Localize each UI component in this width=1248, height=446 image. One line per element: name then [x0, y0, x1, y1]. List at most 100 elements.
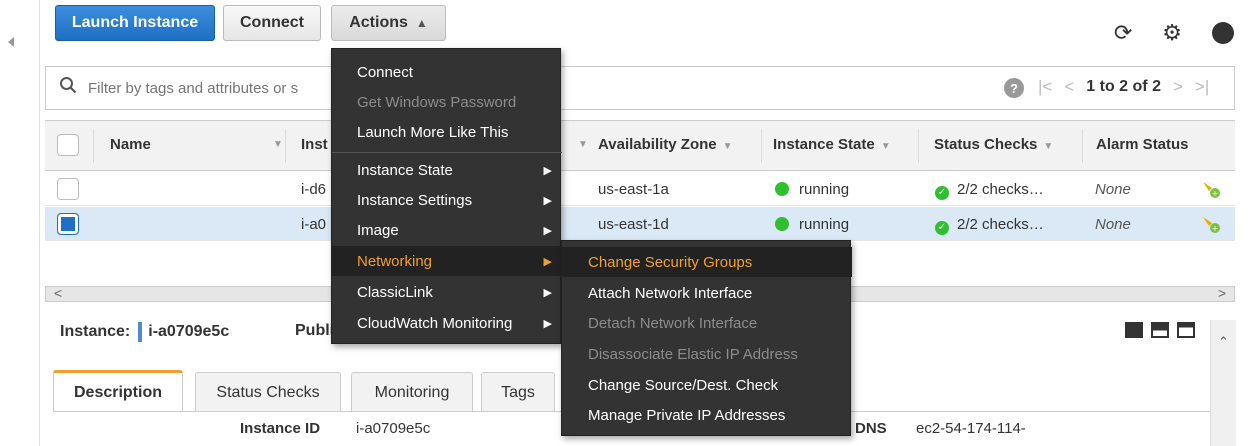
state-label: running — [799, 216, 850, 233]
menu-divider — [332, 152, 562, 153]
pager-count: 1 to 2 of 2 — [1086, 78, 1161, 95]
collapse-arrow-icon — [8, 37, 14, 47]
instance-id-cell: i-a0 — [301, 216, 327, 233]
state-cell: running — [775, 181, 849, 198]
tab-tags[interactable]: Tags — [481, 372, 555, 412]
tab-description[interactable]: Description — [53, 370, 183, 412]
menu-item-label: Instance Settings — [357, 191, 473, 209]
vertical-scrollbar[interactable]: ⌃ — [1210, 320, 1236, 446]
menu-item-label: Instance State — [357, 161, 453, 179]
running-status-icon — [775, 182, 789, 196]
search-icon — [60, 77, 77, 94]
submenu-item-change-source-dest-check[interactable]: Change Source/Dest. Check — [562, 370, 852, 400]
submenu-item-manage-private-ip[interactable]: Manage Private IP Addresses — [562, 400, 852, 430]
networking-submenu: Change Security Groups Attach Network In… — [561, 240, 852, 436]
filter-help-icon[interactable]: ? — [1004, 78, 1024, 98]
column-header-label: Alarm Status — [1096, 136, 1189, 153]
instance-id-value: i-a0709e5c — [356, 420, 431, 437]
prev-page-icon[interactable]: < — [1064, 77, 1074, 97]
running-status-icon — [775, 217, 789, 231]
detail-header: Instance: i-a0709e5c — [60, 322, 229, 342]
menu-item-classiclink[interactable]: ClassicLink ▶ — [332, 277, 562, 307]
layout-min-icon[interactable] — [1177, 322, 1195, 338]
menu-item-instance-state[interactable]: Instance State ▶ — [332, 155, 562, 185]
menu-item-label: CloudWatch Monitoring — [357, 314, 513, 332]
create-alarm-icon[interactable]: + — [1200, 214, 1222, 234]
table-header: Name ▼ Inst ▼ Availability Zone ▼ Instanc… — [45, 121, 1235, 171]
layout-full-icon[interactable] — [1125, 322, 1143, 338]
checks-label: 2/2 checks… — [957, 181, 1044, 198]
last-page-icon[interactable]: >| — [1195, 77, 1209, 97]
alarm-cell: None — [1095, 216, 1131, 233]
gear-icon[interactable]: ⚙ — [1162, 22, 1182, 44]
menu-item-connect[interactable]: Connect — [332, 57, 562, 87]
zone-cell: us-east-1d — [598, 216, 669, 233]
sidebar-collapse-button[interactable] — [0, 0, 40, 446]
column-header-label: Availability Zone — [598, 136, 717, 153]
table-row[interactable]: i-a0 us-east-1d running ✓ 2/2 checks… Non… — [45, 207, 1235, 241]
menu-item-label: Networking — [357, 252, 433, 270]
connect-button[interactable]: Connect — [223, 5, 321, 41]
check-ok-icon: ✓ — [935, 185, 949, 200]
refresh-icon[interactable]: ⟳ — [1114, 22, 1132, 44]
menu-item-image[interactable]: Image ▶ — [332, 215, 562, 245]
dns-label: DNS — [855, 420, 887, 437]
column-header-name[interactable]: Name — [110, 136, 151, 153]
sort-caret-icon: ▼ — [1043, 141, 1054, 152]
row-checkbox[interactable] — [57, 178, 79, 200]
submenu-arrow-icon: ▶ — [543, 194, 552, 207]
create-alarm-icon[interactable]: + — [1200, 179, 1222, 199]
menu-item-get-windows-password: Get Windows Password — [357, 93, 517, 111]
menu-item-launch-more[interactable]: Launch More Like This — [332, 117, 562, 147]
submenu-arrow-icon: ▶ — [543, 224, 552, 237]
first-page-icon[interactable]: |< — [1038, 77, 1052, 97]
layout-split-icon[interactable] — [1151, 322, 1169, 338]
instance-id-label: Instance ID — [240, 420, 321, 437]
submenu-item-change-security-groups[interactable]: Change Security Groups — [562, 247, 852, 277]
column-divider — [761, 129, 762, 163]
sort-caret-icon[interactable]: ▼ — [578, 139, 588, 150]
instance-marker — [138, 322, 143, 342]
column-header-availability-zone[interactable]: Availability Zone ▼ — [598, 136, 733, 153]
submenu-arrow-icon: ▶ — [543, 255, 552, 268]
menu-item-cloudwatch-monitoring[interactable]: CloudWatch Monitoring ▶ — [332, 308, 562, 338]
menu-item-networking[interactable]: Networking ▶ — [332, 246, 562, 276]
instance-label: Instance: — [60, 323, 131, 340]
next-page-icon[interactable]: > — [1173, 77, 1183, 97]
dns-value: ec2-54-174-114- — [916, 420, 1026, 437]
column-header-alarm-status[interactable]: Alarm Status — [1096, 136, 1189, 153]
table-row[interactable]: i-d6 us-east-1a running ✓ 2/2 checks… Non… — [45, 172, 1235, 206]
submenu-item-disassociate-elastic-ip: Disassociate Elastic IP Address — [588, 345, 798, 363]
row-checkbox[interactable] — [57, 213, 79, 235]
tab-status-checks[interactable]: Status Checks — [195, 372, 341, 412]
launch-instance-button[interactable]: Launch Instance — [55, 5, 215, 41]
sort-caret-icon: ▼ — [880, 141, 891, 152]
state-label: running — [799, 181, 850, 198]
sort-caret-icon: ▼ — [722, 141, 733, 152]
sort-caret-icon[interactable]: ▼ — [273, 139, 283, 150]
actions-button[interactable]: Actions ▲ — [331, 5, 446, 41]
column-header-label: Name — [110, 136, 151, 153]
pager: |< < 1 to 2 of 2 > >| — [1038, 77, 1209, 97]
help-icon[interactable]: ? — [1212, 22, 1234, 44]
column-header-instance-id[interactable]: Inst — [301, 136, 328, 153]
checks-label: 2/2 checks… — [957, 216, 1044, 233]
menu-item-label: ClassicLink — [357, 283, 433, 301]
submenu-arrow-icon: ▶ — [543, 164, 552, 177]
column-divider — [918, 129, 919, 163]
tab-monitoring[interactable]: Monitoring — [351, 372, 473, 412]
submenu-item-attach-network-interface[interactable]: Attach Network Interface — [562, 278, 852, 308]
column-header-label: Status Checks — [934, 136, 1038, 153]
menu-item-instance-settings[interactable]: Instance Settings ▶ — [332, 185, 562, 215]
scroll-right-icon[interactable]: > — [1218, 285, 1226, 301]
column-header-instance-state[interactable]: Instance State ▼ — [773, 136, 891, 153]
column-header-label: Instance State — [773, 136, 875, 153]
select-all-checkbox[interactable] — [57, 134, 79, 156]
column-header-status-checks[interactable]: Status Checks ▼ — [934, 136, 1053, 153]
column-header-label: Inst — [301, 136, 328, 153]
instance-id: i-a0709e5c — [148, 323, 230, 340]
top-icons: ⟳ ⚙ ? — [1114, 18, 1248, 48]
state-cell: running — [775, 216, 849, 233]
scroll-left-icon[interactable]: < — [54, 285, 62, 301]
scroll-up-icon[interactable]: ⌃ — [1218, 334, 1229, 350]
